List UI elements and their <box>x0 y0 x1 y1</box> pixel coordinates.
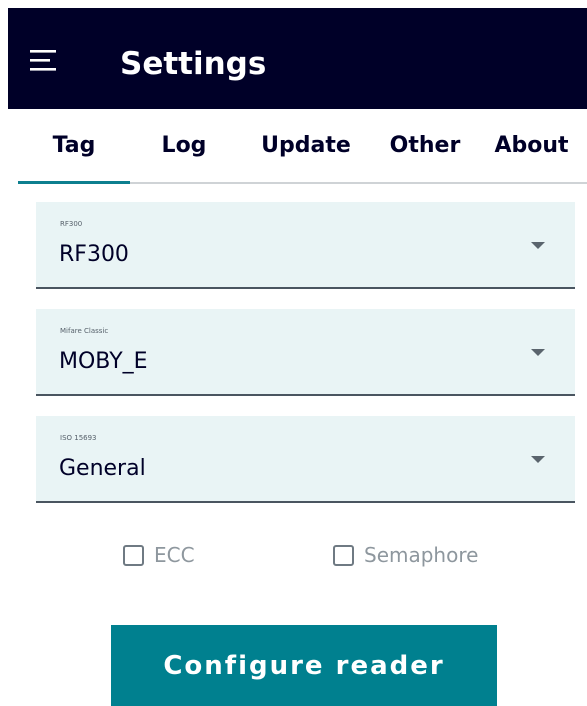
dropdown-arrow-icon <box>531 349 545 357</box>
ecc-checkbox[interactable]: ECC <box>123 543 195 567</box>
tab-update[interactable]: Update <box>238 109 374 182</box>
ecc-checkbox-label: ECC <box>154 543 195 567</box>
configure-reader-button[interactable]: Configure reader <box>111 625 497 706</box>
rf300-select[interactable]: RF300 RF300 <box>36 202 575 289</box>
ecc-checkbox-box[interactable] <box>123 544 144 566</box>
status-bar-area <box>0 0 587 8</box>
rf300-select-label: RF300 <box>60 220 83 228</box>
tab-tag[interactable]: Tag <box>18 109 130 184</box>
iso-15693-select[interactable]: ISO 15693 General <box>36 416 575 503</box>
dropdown-arrow-icon <box>531 456 545 464</box>
tab-about[interactable]: About <box>476 109 587 182</box>
dropdown-arrow-icon <box>531 242 545 250</box>
iso-15693-select-label: ISO 15693 <box>60 434 97 442</box>
iso-15693-select-value: General <box>59 456 146 481</box>
app-bar: Settings <box>8 8 587 109</box>
semaphore-checkbox-label: Semaphore <box>364 543 479 567</box>
mifare-classic-select-label: Mifare Classic <box>60 327 109 335</box>
mifare-classic-select-value: MOBY_E <box>59 349 148 374</box>
rf300-select-value: RF300 <box>59 242 129 267</box>
semaphore-checkbox-box[interactable] <box>333 544 354 566</box>
tab-log[interactable]: Log <box>130 109 238 182</box>
tab-bar: Tag Log Update Other About <box>18 109 587 184</box>
hamburger-menu-icon[interactable] <box>30 44 66 80</box>
mifare-classic-select[interactable]: Mifare Classic MOBY_E <box>36 309 575 396</box>
page-title: Settings <box>120 46 267 82</box>
tab-other[interactable]: Other <box>374 109 476 182</box>
semaphore-checkbox[interactable]: Semaphore <box>333 543 478 567</box>
